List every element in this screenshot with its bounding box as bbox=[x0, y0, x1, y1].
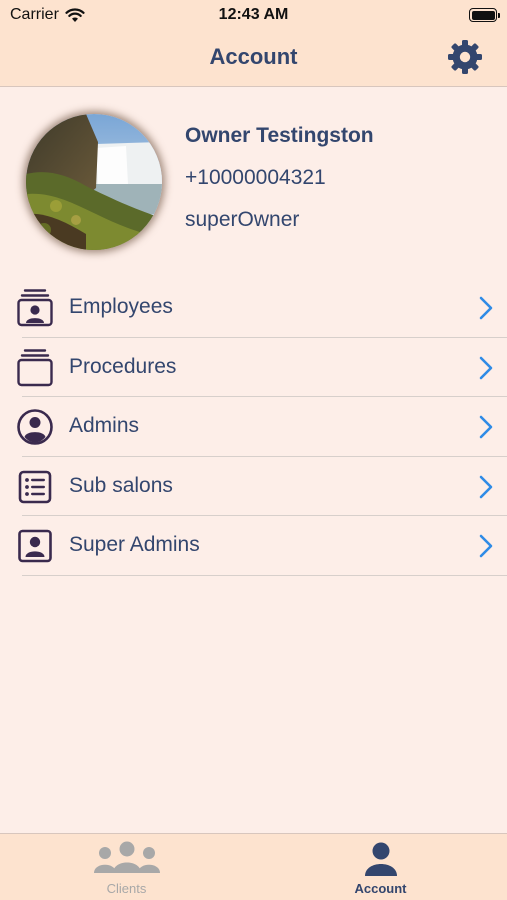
profile-phone: +10000004321 bbox=[185, 166, 326, 189]
tab-bar: Clients Account bbox=[0, 833, 507, 900]
chevron-right-icon bbox=[479, 356, 493, 379]
status-bar: Carrier 12:43 AM bbox=[0, 0, 507, 30]
tab-account[interactable]: Account bbox=[254, 834, 507, 900]
menu-item-label: Admins bbox=[69, 414, 140, 437]
menu-item-label: Employees bbox=[69, 295, 173, 318]
avatar bbox=[26, 114, 162, 250]
tab-label: Clients bbox=[106, 881, 147, 896]
card-stack-icon bbox=[17, 348, 53, 386]
divider bbox=[22, 574, 507, 576]
tab-label: Account bbox=[354, 881, 407, 896]
gear-icon[interactable] bbox=[447, 39, 483, 75]
menu-item-super-admins[interactable]: Super Admins bbox=[0, 516, 507, 576]
navigation-bar: Account bbox=[0, 30, 507, 87]
chevron-right-icon bbox=[479, 296, 493, 320]
profile-name: Owner Testingston bbox=[185, 124, 374, 147]
employee-card-stack-icon bbox=[17, 289, 53, 327]
chevron-right-icon bbox=[479, 534, 493, 558]
menu-item-admins[interactable]: Admins bbox=[0, 397, 507, 457]
person-card-icon bbox=[18, 529, 52, 563]
chevron-right-icon bbox=[479, 475, 493, 498]
menu-item-employees[interactable]: Employees bbox=[0, 278, 507, 338]
tab-clients[interactable]: Clients bbox=[0, 834, 253, 900]
menu-item-label: Sub salons bbox=[69, 473, 173, 497]
chevron-right-icon bbox=[479, 415, 493, 439]
person-icon bbox=[364, 842, 397, 876]
list-icon bbox=[18, 470, 52, 503]
waterfall-photo bbox=[26, 114, 162, 250]
menu-item-procedures[interactable]: Procedures bbox=[0, 338, 507, 397]
profile-header: Owner Testingston +10000004321 superOwne… bbox=[0, 112, 507, 257]
person-circle-icon bbox=[17, 409, 53, 445]
page-title: Account bbox=[209, 44, 298, 69]
menu-item-label: Procedures bbox=[69, 354, 177, 378]
profile-role: superOwner bbox=[185, 208, 300, 231]
battery-fill bbox=[471, 10, 495, 20]
menu-item-label: Super Admins bbox=[69, 533, 200, 556]
account-menu: Employees Procedures Admins Sub salons S… bbox=[0, 278, 507, 576]
battery-icon bbox=[469, 8, 500, 22]
menu-item-sub-salons[interactable]: Sub salons bbox=[0, 457, 507, 516]
people-group-icon bbox=[93, 841, 160, 873]
account-screen: Carrier 12:43 AM Account Owner Testingst… bbox=[0, 0, 507, 900]
status-time: 12:43 AM bbox=[218, 6, 289, 23]
